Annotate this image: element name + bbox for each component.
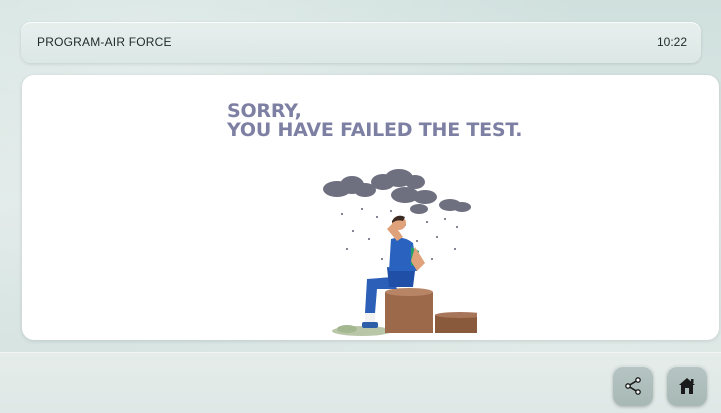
result-message: SORRY, YOU HAVE FAILED THE TEST. — [227, 102, 523, 141]
bottom-bar — [0, 352, 721, 413]
home-button[interactable] — [667, 366, 707, 406]
header-bar: PROGRAM-AIR FORCE 10:22 — [21, 22, 701, 63]
app-screen: PROGRAM-AIR FORCE 10:22 SORRY, YOU HAVE … — [0, 0, 721, 413]
home-icon — [679, 378, 695, 394]
rain-clouds — [323, 169, 471, 214]
share-icon — [625, 377, 641, 395]
clock-time: 10:22 — [656, 35, 687, 49]
sad-athlete-rain-illustration — [323, 169, 477, 336]
program-title: PROGRAM-AIR FORCE — [37, 35, 172, 49]
share-button[interactable] — [613, 366, 653, 406]
result-message-line-2: YOU HAVE FAILED THE TEST. — [227, 119, 523, 141]
result-card: SORRY, YOU HAVE FAILED THE TEST. — [22, 75, 719, 340]
